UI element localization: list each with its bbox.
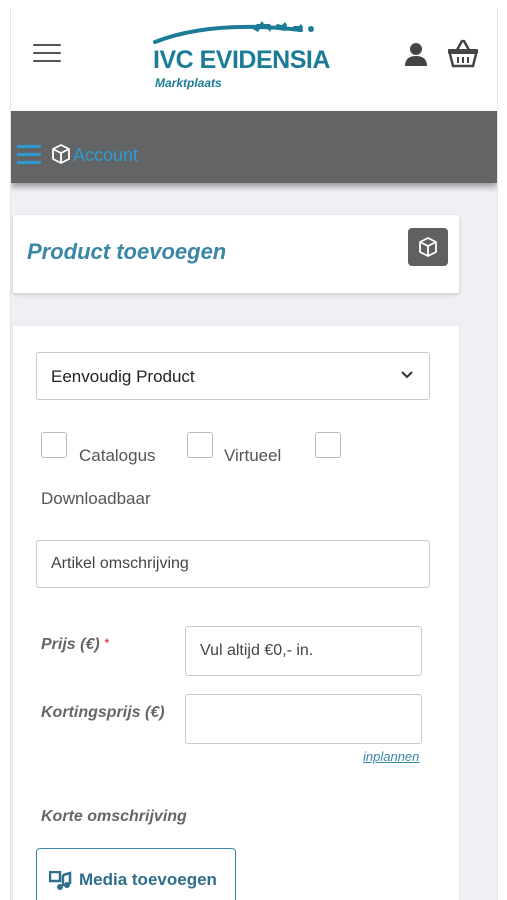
add-media-label: Media toevoegen [79,870,217,889]
logo-title: IVC EVIDENSIA [153,46,330,74]
short-description-label: Korte omschrijving [41,808,187,825]
chevron-down-icon [401,371,413,379]
product-cube-button[interactable] [408,228,448,266]
price-input[interactable] [185,626,422,676]
discount-price-input[interactable] [185,694,422,744]
user-icon[interactable] [405,42,427,66]
virtueel-label: Virtueel [224,446,282,465]
virtueel-checkbox[interactable] [187,432,213,458]
cube-icon [419,237,437,257]
article-description-input[interactable] [36,540,430,588]
add-media-button[interactable]: Media toevoegen [36,848,236,900]
page-viewport: IVC EVIDENSIA Marktplaats Account Produc… [10,8,498,900]
product-title-card: Product toevoegen [13,215,459,293]
required-mark: * [104,636,109,650]
media-icon [49,871,72,890]
account-bar: Account [11,111,497,183]
product-type-select[interactable]: Eenvoudig Product [36,352,430,400]
price-label-text: Prijs (€) [41,636,100,653]
cube-icon [52,144,70,164]
account-menu-icon[interactable] [17,145,41,165]
account-link[interactable]: Account [73,145,138,166]
downloadbaar-label: Downloadbaar [41,489,151,508]
price-label: Prijs (€) * [41,636,109,654]
site-header: IVC EVIDENSIA Marktplaats [11,8,497,111]
hamburger-menu-icon[interactable] [33,44,61,66]
basket-icon[interactable] [447,38,479,68]
catalogus-checkbox[interactable] [41,432,67,458]
product-type-value: Eenvoudig Product [51,367,195,386]
logo-subtitle: Marktplaats [155,76,222,90]
schedule-link[interactable]: inplannen [363,749,419,764]
site-logo[interactable]: IVC EVIDENSIA Marktplaats [151,16,331,96]
logo-animals-arc [153,21,314,44]
product-form: Eenvoudig Product Catalogus Virtueel Dow… [13,326,459,900]
downloadbaar-checkbox[interactable] [315,432,341,458]
catalogus-label: Catalogus [79,446,156,465]
page-title: Product toevoegen [27,239,227,264]
discount-price-label: Kortingsprijs (€) [41,704,165,721]
